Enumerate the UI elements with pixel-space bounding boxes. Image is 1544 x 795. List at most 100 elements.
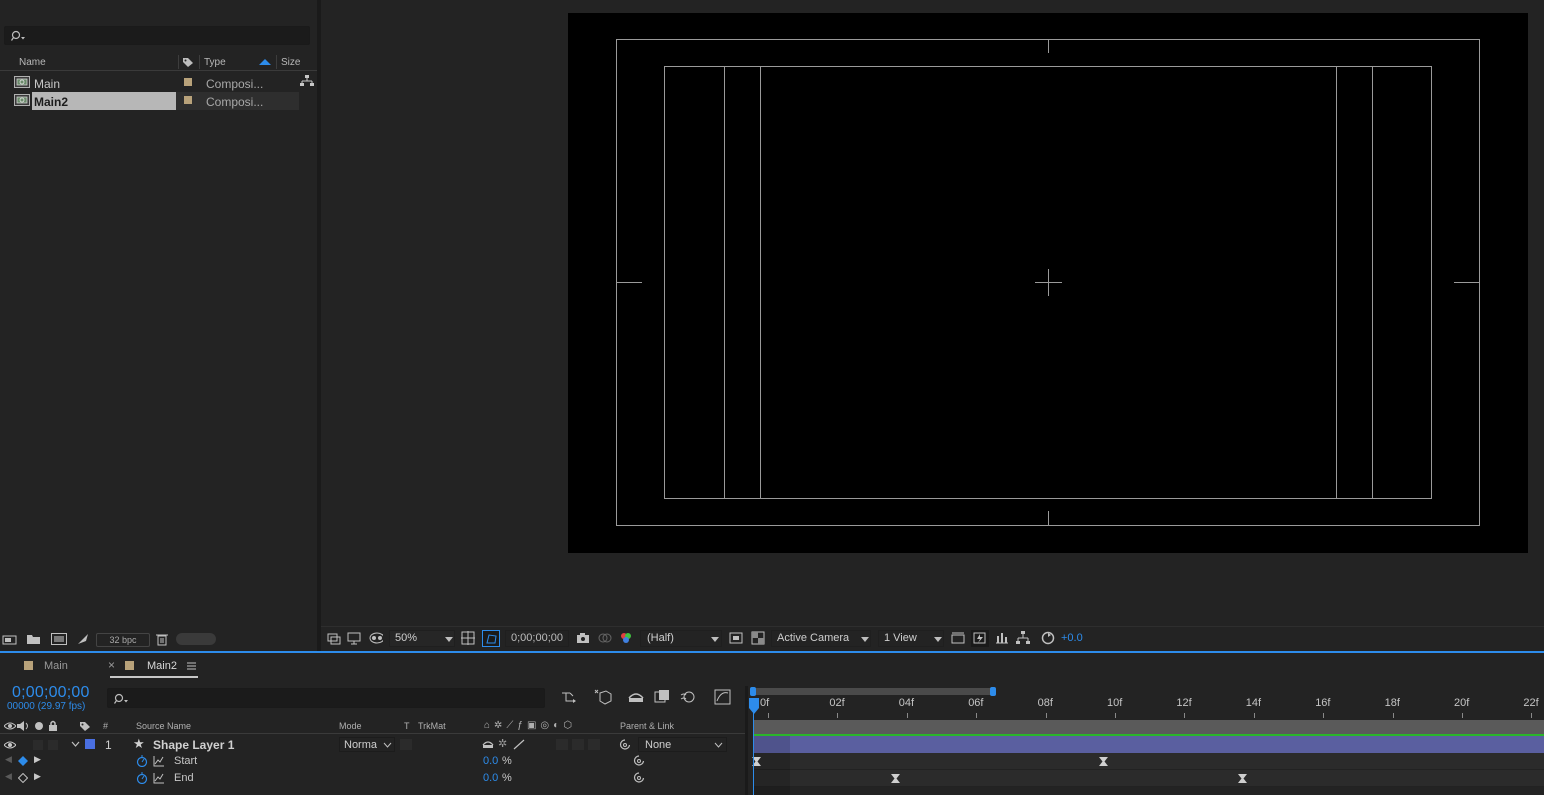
project-item-main[interactable]: Main Composi... [0,74,317,92]
layer-label-color[interactable] [85,739,95,749]
column-trkmat[interactable]: TrkMat [418,721,446,731]
transparency-grid-icon[interactable] [751,631,765,645]
sort-ascending-icon[interactable] [259,59,271,66]
label-color-swatch[interactable] [184,96,192,104]
switches-icons[interactable]: ⌂✲⟋ƒ▣◎◐⬡ [484,720,576,731]
keyframe-marker[interactable] [891,774,900,783]
keyframe-track-end[interactable] [754,770,1544,787]
layer-row[interactable]: 1 ★ Shape Layer 1 Norma ✲ None [0,736,745,753]
next-keyframe-icon[interactable]: ▶ [34,771,41,782]
property-value[interactable]: 0.0 [483,755,498,767]
fast-previews-button[interactable] [971,630,989,647]
view-layout-dropdown[interactable]: 1 View [878,630,944,647]
vr-mask-icon[interactable] [369,631,383,645]
shy-switch-icon[interactable] [482,739,494,750]
column-name[interactable]: Name [19,57,46,68]
trash-icon[interactable] [156,633,168,646]
exposure-value[interactable]: +0.0 [1061,632,1083,644]
visibility-eye-icon[interactable] [4,740,16,750]
graph-icon[interactable] [153,755,165,767]
column-size[interactable]: Size [281,57,300,68]
timeline-icon[interactable] [995,631,1009,645]
bit-depth-button[interactable]: 32 bpc [96,633,150,647]
prev-keyframe-icon[interactable]: ◀ [5,754,12,765]
expression-pickwhip-icon[interactable] [633,755,645,766]
next-keyframe-icon[interactable]: ▶ [34,754,41,765]
hide-shy-layers-icon[interactable] [627,690,645,704]
keyframe-diamond-icon[interactable] [18,773,28,783]
frame-blending-icon[interactable] [654,689,670,705]
composition-mini-flowchart-icon[interactable] [561,690,577,704]
current-time-field[interactable]: 0;00;00;00 [505,630,569,647]
project-search-input[interactable] [4,26,310,45]
toggle-pixel-aspect-icon[interactable] [951,631,965,645]
motion-blur-toggle[interactable] [556,739,568,750]
chevron-down-icon[interactable] [71,741,80,748]
comp-flowchart-icon[interactable] [1016,631,1030,645]
current-time-display[interactable]: 0;00;00;00 [12,684,90,702]
interpret-footage-icon[interactable] [2,633,18,646]
parent-dropdown[interactable]: None [638,737,727,752]
project-settings-icon[interactable] [76,633,90,646]
label-tag-icon[interactable] [182,57,194,68]
3d-layer-toggle[interactable] [588,739,600,750]
graph-icon[interactable] [153,772,165,784]
eye-icon[interactable] [4,721,16,731]
resolution-grid-icon[interactable] [461,631,475,645]
lock-icon[interactable] [48,720,58,731]
column-source-name[interactable]: Source Name [136,721,191,731]
keyframe-marker[interactable] [1238,774,1247,783]
mask-visibility-button[interactable] [482,630,500,647]
draft-3d-icon[interactable] [594,689,612,705]
resolution-dropdown[interactable]: (Half) [640,630,722,647]
motion-blur-icon[interactable] [680,689,696,705]
zoom-dropdown[interactable]: 50% [389,630,455,647]
composition-canvas[interactable] [568,13,1528,553]
timeline-tracks[interactable]: 0f 02f 04f 06f 08f 10f 12f 14f 16f 18f 20f 22f [748,686,1544,795]
quality-switch-icon[interactable] [513,739,525,750]
prev-keyframe-icon[interactable]: ◀ [5,771,12,782]
stopwatch-icon[interactable] [136,755,148,767]
layer-duration-bar[interactable] [754,736,1544,753]
layer-name[interactable]: Shape Layer 1 [153,738,234,752]
audio-speaker-icon[interactable] [17,721,29,731]
lock-toggle[interactable] [48,740,58,750]
timeline-search-input[interactable] [107,688,545,708]
keyframe-diamond-icon[interactable] [18,756,28,766]
tab-main2[interactable]: Main2 [147,660,177,672]
stopwatch-icon[interactable] [136,772,148,784]
close-tab-icon[interactable]: × [108,658,115,672]
channels-icon[interactable] [619,631,633,645]
property-row-end[interactable]: ◀ ▶ End 0.0 % [0,770,745,787]
work-area-bar[interactable] [754,720,1544,734]
flowchart-icon[interactable] [300,75,314,87]
column-type[interactable]: Type [204,57,226,68]
adjustment-layer-toggle[interactable] [572,739,584,750]
camera-snapshot-icon[interactable] [576,631,590,645]
new-folder-icon[interactable] [26,633,41,645]
label-color-swatch[interactable] [184,78,192,86]
solo-toggle[interactable] [33,740,43,750]
time-ruler[interactable]: 0f 02f 04f 06f 08f 10f 12f 14f 16f 18f 20f 22f [748,686,1544,719]
property-value[interactable]: 0.0 [483,772,498,784]
column-mode[interactable]: Mode [339,721,362,731]
parent-pickwhip-icon[interactable] [619,739,631,750]
tab-main[interactable]: Main [44,660,68,672]
blend-mode-dropdown[interactable]: Norma [339,737,395,752]
camera-dropdown[interactable]: Active Camera [771,630,871,647]
thumbnail-slider[interactable] [176,633,216,645]
keyframe-marker[interactable] [1099,757,1108,766]
expression-pickwhip-icon[interactable] [633,772,645,783]
panel-menu-icon[interactable] [187,662,196,670]
label-tag-icon[interactable] [79,721,91,732]
keyframe-track-start[interactable] [754,753,1544,770]
monitor-icon[interactable] [347,631,361,645]
new-composition-icon[interactable] [51,633,67,645]
collapse-switch-icon[interactable]: ✲ [498,737,507,750]
solo-icon[interactable] [34,721,44,731]
show-snapshot-icon[interactable] [598,631,612,645]
current-time-indicator[interactable] [749,698,759,714]
project-item-main2[interactable]: Main2 Composi... [0,92,317,110]
property-row-start[interactable]: ◀ ▶ Start 0.0 % [0,753,745,770]
reset-exposure-icon[interactable] [1041,631,1055,645]
